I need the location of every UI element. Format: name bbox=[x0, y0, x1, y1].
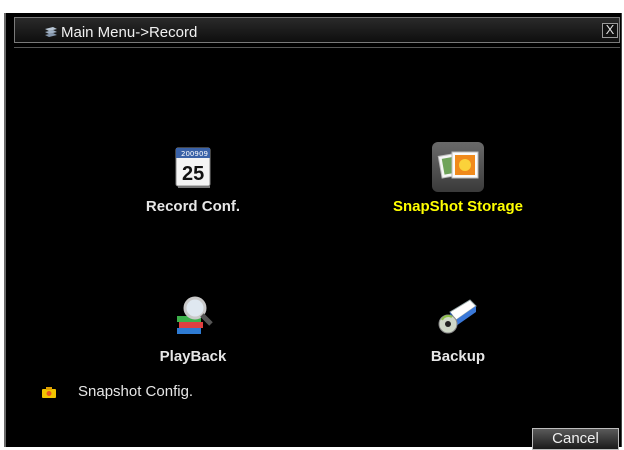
record-conf-label: Record Conf. bbox=[145, 198, 241, 215]
playback-label: PlayBack bbox=[159, 348, 227, 365]
menu-stack-icon bbox=[45, 27, 57, 37]
close-button[interactable]: X bbox=[602, 23, 618, 38]
snapshot-config-icon bbox=[42, 387, 56, 398]
magnifier-books-icon bbox=[167, 292, 219, 342]
playback-button[interactable]: PlayBack bbox=[118, 292, 268, 365]
title-bar: Main Menu->Record X bbox=[14, 17, 620, 43]
snapshot-storage-label: SnapShot Storage bbox=[392, 198, 523, 215]
calendar-day: 25 bbox=[182, 163, 204, 185]
snapshot-storage-button[interactable]: SnapShot Storage bbox=[378, 142, 538, 215]
snapshot-config-label: Snapshot Config. bbox=[78, 383, 194, 400]
calendar-year: 2009 bbox=[181, 150, 199, 158]
window-title: Main Menu->Record bbox=[61, 24, 198, 41]
record-menu-window: Main Menu->Record X 2009 09 25 Record Co… bbox=[4, 13, 622, 450]
record-conf-button[interactable]: 2009 09 25 Record Conf. bbox=[118, 142, 268, 215]
backup-button[interactable]: Backup bbox=[388, 292, 528, 365]
backup-label: Backup bbox=[430, 348, 486, 365]
disc-drive-icon bbox=[432, 292, 484, 342]
calendar-month: 09 bbox=[199, 150, 208, 158]
photo-icon bbox=[432, 142, 484, 192]
calendar-icon: 2009 09 25 bbox=[167, 142, 219, 192]
